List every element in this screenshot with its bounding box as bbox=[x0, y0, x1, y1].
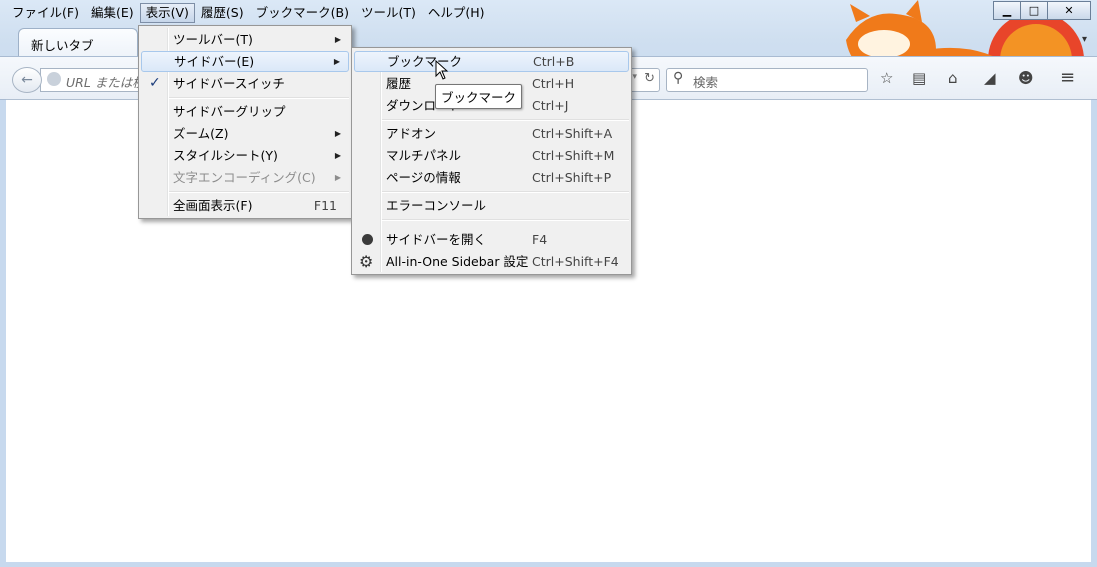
search-placeholder: 検索 bbox=[693, 75, 719, 90]
window-controls: ▁ □ ✕ bbox=[993, 1, 1091, 20]
menu-file[interactable]: ファイル(F) bbox=[6, 3, 85, 23]
url-placeholder: URL または検 bbox=[66, 75, 145, 90]
sidebar-item-open-sidebar[interactable]: サイドバーを開く F4 bbox=[354, 229, 629, 250]
home-icon[interactable]: ⌂ bbox=[948, 69, 958, 87]
send-icon[interactable]: ◢ bbox=[984, 69, 996, 87]
menu-bookmarks[interactable]: ブックマーク(B) bbox=[250, 3, 355, 23]
menu-history[interactable]: 履歴(S) bbox=[195, 3, 250, 23]
search-bar[interactable]: ⚲ 検索 bbox=[666, 68, 868, 92]
back-button[interactable]: ← bbox=[12, 67, 42, 93]
star-icon[interactable]: ☆ bbox=[880, 69, 893, 87]
menu-view[interactable]: 表示(V) bbox=[139, 3, 195, 23]
hamburger-menu-icon[interactable]: ≡ bbox=[1060, 67, 1075, 88]
mouse-cursor-icon bbox=[435, 60, 449, 80]
menu-edit[interactable]: 編集(E) bbox=[85, 3, 140, 23]
close-button[interactable]: ✕ bbox=[1047, 1, 1091, 20]
view-menu-zoom[interactable]: ズーム(Z) ▶ bbox=[141, 123, 349, 144]
checkmark-icon: ✓ bbox=[149, 75, 161, 91]
sidebar-item-bookmarks[interactable]: ブックマーク Ctrl+B bbox=[354, 51, 629, 72]
minimize-button[interactable]: ▁ bbox=[993, 1, 1020, 20]
view-menu: ツールバー(T) ▶ サイドバー(E) ▶ ✓ サイドバースイッチ サイドバーグリッ… bbox=[138, 25, 352, 219]
magnifier-icon[interactable]: ⚲ bbox=[673, 70, 683, 86]
view-menu-toolbars[interactable]: ツールバー(T) ▶ bbox=[141, 29, 349, 50]
tab-list-dropdown-icon[interactable]: ▾ bbox=[1082, 34, 1087, 45]
view-menu-sidebar[interactable]: サイドバー(E) ▶ bbox=[141, 51, 349, 72]
view-menu-sidebar-switch[interactable]: ✓ サイドバースイッチ bbox=[141, 73, 349, 94]
view-menu-sidebar-grip[interactable]: サイドバーグリップ bbox=[141, 101, 349, 122]
reading-list-icon[interactable]: ▤ bbox=[912, 69, 926, 87]
tab-new-tab[interactable]: 新しいタブ bbox=[18, 28, 138, 57]
view-menu-full-screen[interactable]: 全画面表示(F) F11 bbox=[141, 195, 349, 216]
sidebar-item-multipanel[interactable]: マルチパネル Ctrl+Shift+M bbox=[354, 145, 629, 166]
sidebar-item-addons[interactable]: アドオン Ctrl+Shift+A bbox=[354, 123, 629, 144]
maximize-button[interactable]: □ bbox=[1020, 1, 1047, 20]
radio-dot-icon bbox=[362, 234, 373, 245]
menu-tools[interactable]: ツール(T) bbox=[355, 3, 422, 23]
view-menu-style-sheets[interactable]: スタイルシート(Y) ▶ bbox=[141, 145, 349, 166]
sidebar-item-aios-settings[interactable]: ⚙ All-in-One Sidebar 設定 Ctrl+Shift+F4 bbox=[354, 251, 629, 272]
tooltip: ブックマーク bbox=[435, 84, 523, 109]
url-history-dropdown-icon[interactable]: ▾ bbox=[632, 72, 637, 82]
sidebar-item-error-console[interactable]: エラーコンソール bbox=[354, 195, 629, 216]
site-identity-icon[interactable] bbox=[47, 72, 61, 86]
menubar: ファイル(F) 編集(E) 表示(V) 履歴(S) ブックマーク(B) ツール(… bbox=[6, 2, 491, 24]
reload-icon[interactable]: ↻ bbox=[644, 71, 655, 86]
sidebar-submenu: ブックマーク Ctrl+B 履歴 Ctrl+H ダウンロード Ctrl+J アド… bbox=[351, 47, 632, 275]
tab-title: 新しいタブ bbox=[31, 38, 94, 53]
smiley-icon[interactable]: ☻ bbox=[1018, 69, 1034, 87]
browser-window: ファイル(F) 編集(E) 表示(V) 履歴(S) ブックマーク(B) ツール(… bbox=[0, 0, 1097, 567]
menu-help[interactable]: ヘルプ(H) bbox=[422, 3, 491, 23]
view-menu-text-encoding: 文字エンコーディング(C) ▶ bbox=[173, 170, 341, 185]
gear-icon: ⚙ bbox=[359, 252, 374, 271]
sidebar-item-page-info[interactable]: ページの情報 Ctrl+Shift+P bbox=[354, 167, 629, 188]
